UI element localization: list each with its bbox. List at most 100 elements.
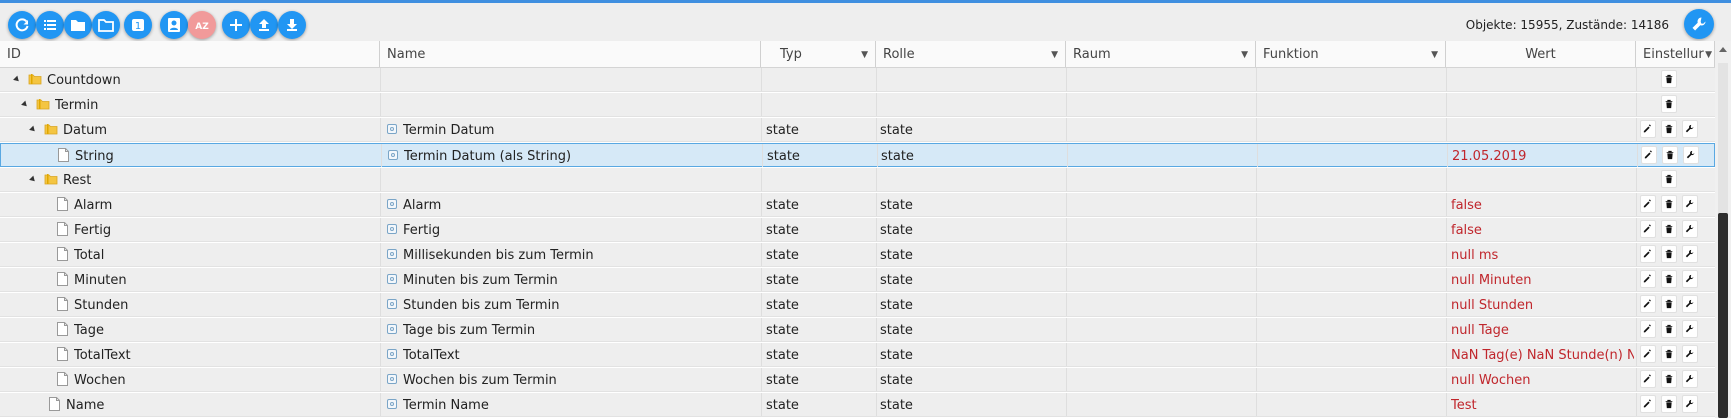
list-view-button[interactable] — [36, 11, 64, 39]
row-settings-button[interactable] — [1682, 345, 1698, 363]
edit-button[interactable] — [1640, 220, 1656, 238]
row-settings-button[interactable] — [1682, 120, 1698, 138]
edit-button[interactable] — [1640, 120, 1656, 138]
delete-button[interactable] — [1661, 70, 1677, 88]
add-button[interactable] — [222, 11, 250, 39]
delete-button[interactable] — [1661, 170, 1677, 188]
row-settings-button[interactable] — [1683, 146, 1699, 164]
filter-dropdown-icon[interactable]: ▼ — [1431, 41, 1438, 67]
edit-button[interactable] — [1640, 320, 1656, 338]
collapse-folders-button[interactable] — [92, 11, 120, 39]
column-header-function[interactable]: Funktion ▼ — [1256, 41, 1446, 67]
object-value[interactable]: null Stunden — [1451, 293, 1634, 316]
filter-dropdown-icon[interactable]: ▼ — [1705, 41, 1712, 67]
row-settings-button[interactable] — [1682, 370, 1698, 388]
expand-toggle-icon[interactable] — [21, 100, 29, 109]
object-value[interactable]: false — [1451, 218, 1634, 241]
column-divider — [1636, 118, 1637, 141]
delete-button[interactable] — [1661, 195, 1677, 213]
row-settings-button[interactable] — [1682, 220, 1698, 238]
object-value[interactable] — [1451, 118, 1634, 141]
vertical-scrollbar[interactable] — [1715, 41, 1731, 418]
row-settings-button[interactable] — [1682, 320, 1698, 338]
table-row[interactable]: Minuten Minuten bis zum Termin state state n… — [0, 268, 1715, 292]
column-header-room[interactable]: Raum ▼ — [1066, 41, 1256, 67]
delete-button[interactable] — [1661, 95, 1677, 113]
table-row[interactable]: TotalText TotalText state state NaN Tag(e) N… — [0, 343, 1715, 367]
expand-toggle-icon[interactable] — [29, 175, 37, 184]
expand-toggle-icon[interactable] — [13, 75, 21, 84]
column-header-settings[interactable]: Einstellur ▼ — [1636, 41, 1715, 67]
table-row[interactable]: Termin — [0, 93, 1715, 117]
table-row[interactable]: Tage Tage bis zum Termin state state null Ta… — [0, 318, 1715, 342]
object-value[interactable]: false — [1451, 193, 1634, 216]
scroll-thumb[interactable] — [1718, 213, 1728, 418]
level-button[interactable]: 1 — [124, 11, 152, 39]
delete-button[interactable] — [1661, 270, 1677, 288]
object-value[interactable]: null Wochen — [1451, 368, 1634, 391]
expand-toggle-icon[interactable] — [29, 125, 37, 134]
filter-dropdown-icon[interactable]: ▼ — [861, 41, 868, 67]
object-value[interactable] — [1451, 93, 1634, 116]
column-header-value[interactable]: Wert — [1446, 41, 1636, 67]
delete-button[interactable] — [1661, 345, 1677, 363]
table-row[interactable]: Fertig Fertig state state false — [0, 218, 1715, 242]
table-row[interactable]: Wochen Wochen bis zum Termin state state nul… — [0, 368, 1715, 392]
table-row[interactable]: Alarm Alarm state state false — [0, 193, 1715, 217]
delete-button[interactable] — [1661, 370, 1677, 388]
table-row[interactable]: Countdown — [0, 68, 1715, 92]
delete-button[interactable] — [1661, 120, 1677, 138]
sort-az-button[interactable]: AZ — [188, 11, 216, 39]
column-divider — [1446, 268, 1447, 291]
column-header-type[interactable]: Typ ▼ — [761, 41, 876, 67]
row-settings-button[interactable] — [1682, 270, 1698, 288]
edit-button[interactable] — [1640, 195, 1656, 213]
table-row[interactable]: String Termin Datum (als String) state stat… — [0, 143, 1715, 167]
table-row[interactable]: Stunden Stunden bis zum Termin state state n… — [0, 293, 1715, 317]
edit-button[interactable] — [1640, 395, 1656, 413]
edit-button[interactable] — [1640, 245, 1656, 263]
scroll-up-icon[interactable] — [1719, 47, 1727, 52]
filter-dropdown-icon[interactable]: ▼ — [1241, 41, 1248, 67]
object-value[interactable]: null Minuten — [1451, 268, 1634, 291]
upload-button[interactable] — [250, 11, 278, 39]
object-value[interactable] — [1451, 68, 1634, 91]
column-divider — [1446, 218, 1447, 241]
object-role: state — [880, 248, 913, 263]
table-row[interactable]: Datum Termin Datum state state — [0, 118, 1715, 142]
filter-dropdown-icon[interactable]: ▼ — [1051, 41, 1058, 67]
edit-button[interactable] — [1640, 370, 1656, 388]
object-value[interactable]: 21.05.2019 — [1452, 144, 1635, 167]
object-value[interactable]: null ms — [1451, 243, 1634, 266]
row-settings-button[interactable] — [1682, 195, 1698, 213]
object-value[interactable]: NaN Tag(e) NaN Stunde(n) NaN — [1451, 343, 1634, 366]
row-settings-button[interactable] — [1682, 395, 1698, 413]
edit-roles-button[interactable] — [160, 11, 188, 39]
object-id: Termin — [55, 98, 99, 113]
column-header-role[interactable]: Rolle ▼ — [876, 41, 1066, 67]
delete-button[interactable] — [1662, 146, 1678, 164]
table-row[interactable]: Rest — [0, 168, 1715, 192]
table-row[interactable]: Name Termin Name state state Test — [0, 393, 1715, 417]
object-value[interactable]: null Tage — [1451, 318, 1634, 341]
object-value[interactable] — [1451, 168, 1634, 191]
delete-button[interactable] — [1661, 295, 1677, 313]
edit-button[interactable] — [1640, 345, 1656, 363]
edit-button[interactable] — [1641, 146, 1657, 164]
row-settings-button[interactable] — [1682, 295, 1698, 313]
expand-folders-button[interactable] — [64, 11, 92, 39]
edit-button[interactable] — [1640, 295, 1656, 313]
edit-button[interactable] — [1640, 270, 1656, 288]
delete-button[interactable] — [1661, 320, 1677, 338]
refresh-button[interactable] — [8, 11, 36, 39]
column-header-id[interactable]: ID — [0, 41, 380, 67]
delete-button[interactable] — [1661, 220, 1677, 238]
download-button[interactable] — [278, 11, 306, 39]
column-header-name[interactable]: Name — [380, 41, 761, 67]
delete-button[interactable] — [1661, 245, 1677, 263]
delete-button[interactable] — [1661, 395, 1677, 413]
row-settings-button[interactable] — [1682, 245, 1698, 263]
object-value[interactable]: Test — [1451, 393, 1634, 416]
settings-button[interactable] — [1684, 9, 1714, 39]
table-row[interactable]: Total Millisekunden bis zum Termin state st… — [0, 243, 1715, 267]
